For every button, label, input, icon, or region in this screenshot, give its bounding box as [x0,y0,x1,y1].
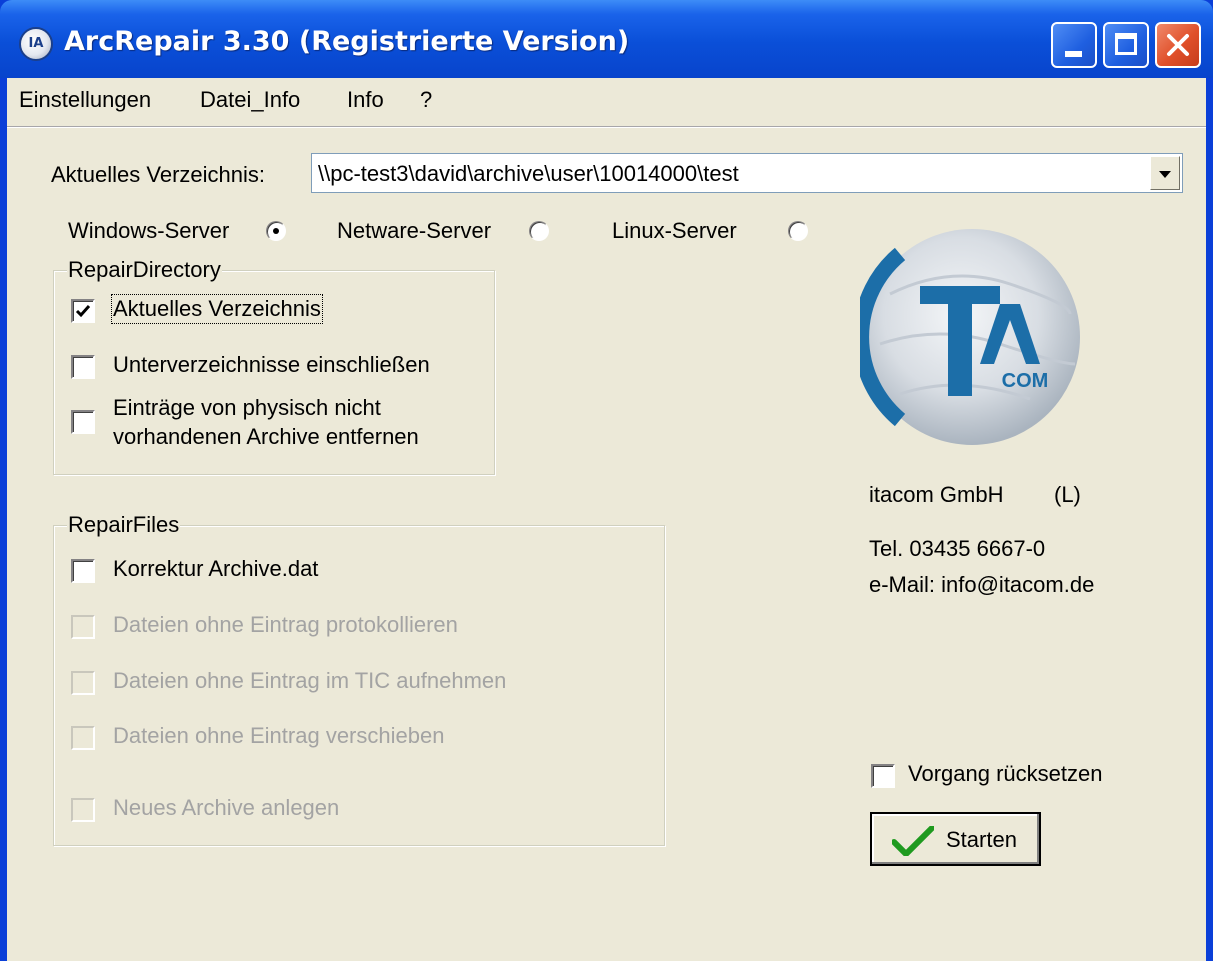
netware-server-radio[interactable] [529,221,549,241]
start-button-label: Starten [946,827,1017,852]
protokollieren-label: Dateien ohne Eintrag protokollieren [113,612,458,637]
company-name: itacom GmbH [869,482,1004,507]
neues-archive-label: Neues Archive anlegen [113,795,340,820]
menu-einstellungen[interactable]: Einstellungen [19,87,151,113]
unterverzeichnisse-label[interactable]: Unterverzeichnisse einschließen [113,352,430,378]
license-mark: (L) [1054,482,1081,507]
vorgang-ruecksetzen-checkbox[interactable] [871,764,895,788]
chevron-down-icon[interactable] [1150,156,1180,190]
eintraege-entfernen-label-line1[interactable]: Einträge von physisch nicht [113,395,381,421]
start-button[interactable]: Starten [870,812,1041,866]
green-checkmark-icon [892,826,934,856]
unterverzeichnisse-checkbox[interactable] [71,355,95,379]
menu-help[interactable]: ? [420,87,432,113]
company-email: e-Mail: info@itacom.de [869,572,1095,597]
menu-datei-info[interactable]: Datei_Info [200,87,300,113]
linux-server-radio[interactable] [788,221,808,241]
menu-separator [7,126,1206,128]
vorgang-ruecksetzen-label[interactable]: Vorgang rücksetzen [908,761,1102,787]
eintraege-entfernen-label-line2[interactable]: vorhandenen Archive entfernen [113,424,419,450]
client-area: Einstellungen Datei_Info Info ? Aktuelle… [7,78,1206,961]
repair-directory-title: RepairDirectory [67,257,222,283]
checkmark-icon [75,305,91,318]
neues-archive-checkbox [71,798,95,822]
logo-sub-text: COM [1002,370,1049,392]
aktuelles-verzeichnis-checkbox[interactable] [71,299,95,323]
directory-label: Aktuelles Verzeichnis: [51,162,265,187]
window-title: ArcRepair 3.30 (Registrierte Version) [64,26,630,57]
close-icon [1167,34,1189,56]
menu-info[interactable]: Info [347,87,384,113]
aktuelles-verzeichnis-label[interactable]: Aktuelles Verzeichnis [111,294,323,324]
netware-server-label: Netware-Server [337,218,492,243]
verschieben-label: Dateien ohne Eintrag verschieben [113,723,445,748]
protokollieren-checkbox [71,615,95,639]
verschieben-checkbox [71,726,95,750]
tic-aufnehmen-label: Dateien ohne Eintrag im TIC aufnehmen [113,668,507,693]
menu-bar: Einstellungen Datei_Info Info ? [7,78,1206,124]
close-button[interactable] [1155,22,1201,68]
maximize-button[interactable] [1103,22,1149,68]
windows-server-radio[interactable] [266,221,286,241]
windows-server-label: Windows-Server [68,218,230,243]
korrektur-archive-label[interactable]: Korrektur Archive.dat [113,556,318,582]
tic-aufnehmen-checkbox [71,671,95,695]
app-icon[interactable]: IA [19,27,53,61]
eintraege-entfernen-checkbox[interactable] [71,410,95,434]
company-phone: Tel. 03435 6667-0 [869,536,1046,561]
itacom-logo: COM [860,229,1080,445]
directory-value: \\pc-test3\david\archive\user\10014000\t… [318,161,739,186]
directory-combobox[interactable]: \\pc-test3\david\archive\user\10014000\t… [311,153,1183,193]
linux-server-label: Linux-Server [612,218,737,243]
minimize-button[interactable] [1051,22,1097,68]
app-window: IA ArcRepair 3.30 (Registrierte Version)… [0,0,1213,961]
korrektur-archive-checkbox[interactable] [71,559,95,583]
repair-files-title: RepairFiles [67,512,181,538]
title-bar[interactable]: IA ArcRepair 3.30 (Registrierte Version) [0,0,1213,78]
